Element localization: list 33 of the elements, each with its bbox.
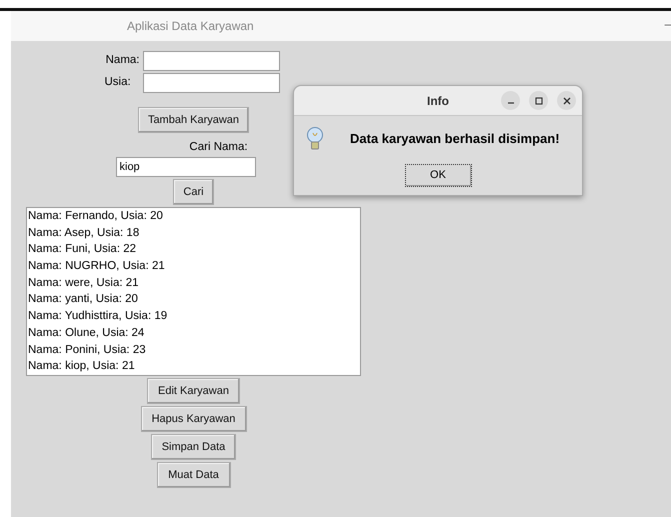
action-button[interactable]: Simpan Data — [151, 434, 236, 460]
maximize-button[interactable] — [529, 91, 548, 110]
close-icon — [562, 96, 570, 104]
close-button[interactable] — [557, 91, 576, 110]
search-field[interactable]: kiop — [116, 157, 256, 177]
dialog-title: Info — [427, 92, 449, 110]
field-label: Nama: — [104, 53, 140, 68]
list-item[interactable]: Nama: NUGRHO, Usia: 21 — [27, 258, 360, 275]
text-field[interactable] — [142, 51, 280, 71]
list-item[interactable]: Nama: Olune, Usia: 24 — [27, 324, 360, 342]
action-button[interactable]: Muat Data — [156, 462, 230, 488]
minimize-button[interactable]: – — [664, 17, 671, 34]
list-item[interactable]: Nama: Ponini, Usia: 23 — [27, 342, 360, 358]
add-button[interactable]: Tambah Karyawan — [138, 107, 250, 133]
dialog-message: Data karyawan berhasil disimpan! — [350, 130, 560, 148]
ok-button[interactable]: OK — [404, 164, 472, 187]
minimize-button[interactable] — [501, 91, 520, 110]
list-item[interactable]: Nama: Asep, Usia: 18 — [27, 224, 360, 242]
list-item[interactable]: Nama: Fernando, Usia: 20 — [27, 208, 360, 225]
list-item[interactable]: Nama: Funi, Usia: 22 — [27, 241, 360, 258]
text-field[interactable] — [142, 73, 280, 93]
lightbulb-icon — [306, 126, 324, 152]
action-button[interactable]: Hapus Karyawan — [140, 406, 246, 432]
action-button[interactable]: Edit Karyawan — [147, 378, 240, 404]
list-item[interactable]: Nama: yanti, Usia: 20 — [27, 291, 360, 308]
search-label: Cari Nama: — [189, 140, 248, 154]
list-item[interactable]: Nama: were, Usia: 21 — [27, 274, 360, 292]
window-title: Aplikasi Data Karyawan — [127, 18, 254, 35]
list-item[interactable]: Nama: kiop, Usia: 21 — [27, 358, 360, 375]
field-label: Usia: — [104, 75, 132, 90]
maximize-icon — [534, 96, 542, 104]
list-item[interactable]: Nama: Yudhisttira, Usia: 19 — [27, 308, 360, 325]
search-button[interactable]: Cari — [173, 179, 214, 205]
